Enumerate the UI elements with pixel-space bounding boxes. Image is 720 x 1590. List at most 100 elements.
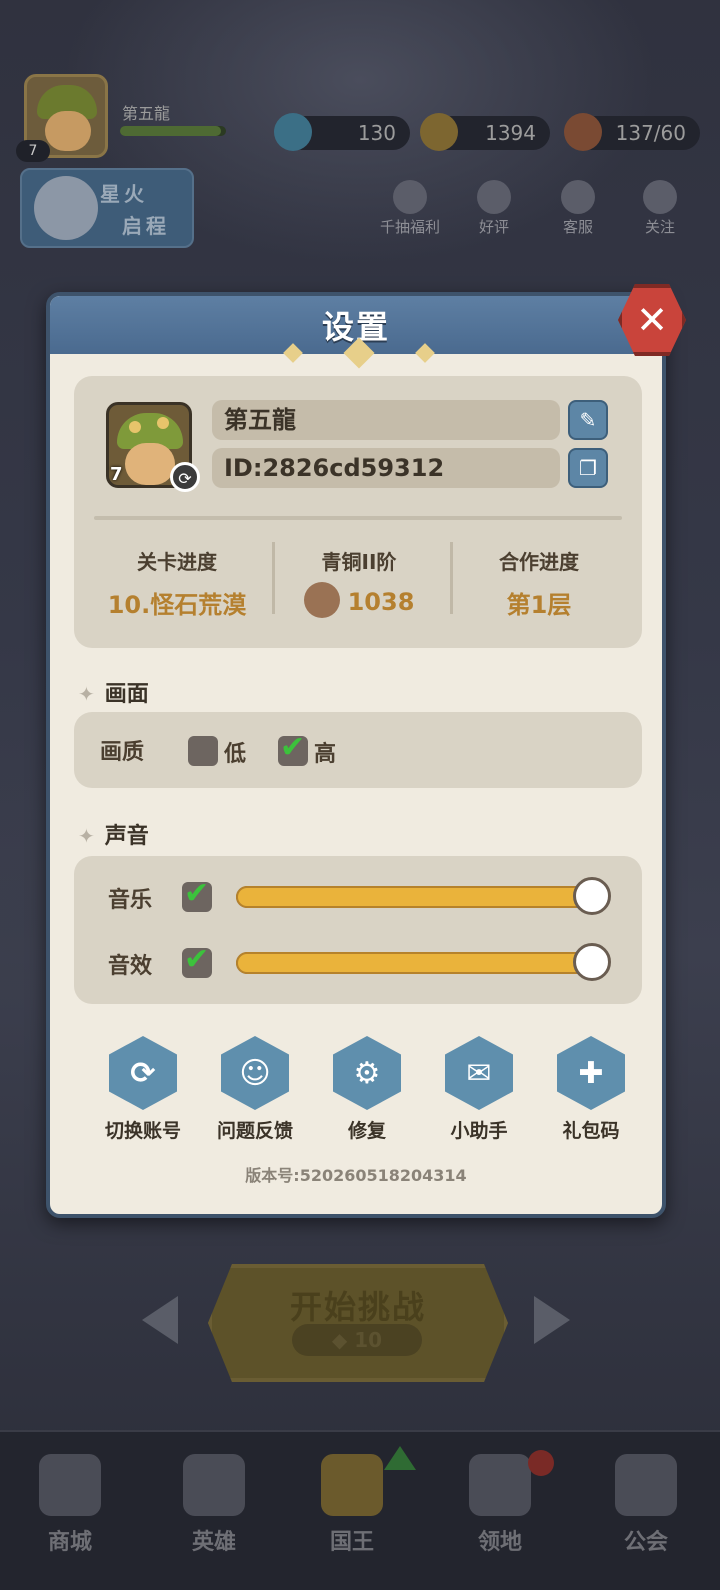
quality-label: 画质	[100, 740, 145, 765]
sfx-label: 音效	[108, 954, 153, 979]
feedback-icon: ☺	[221, 1036, 289, 1110]
profile-level: 7	[110, 464, 123, 485]
stat-value: 1038	[347, 588, 415, 616]
upgrade-arrow-icon	[384, 1446, 416, 1470]
quick-link-label: 好评	[478, 218, 509, 236]
switch-account-button[interactable]: ⟳ 切换账号	[88, 1036, 198, 1143]
previous-stage-arrow-icon[interactable]	[142, 1296, 178, 1344]
next-stage-arrow-icon[interactable]	[534, 1296, 570, 1344]
player-level-badge: 7	[16, 140, 50, 162]
stage-start-area: 开始挑战 ◆ 10	[0, 1260, 720, 1390]
nav-heroes[interactable]: 英雄	[154, 1454, 274, 1556]
section-title-text: 声音	[104, 824, 149, 849]
swap-account-icon: ⟳	[109, 1036, 177, 1110]
thumbs-up-icon	[477, 180, 511, 214]
stat-value: 第1层	[506, 591, 572, 619]
feedback-button[interactable]: ☺ 问题反馈	[200, 1036, 310, 1143]
nav-label: 领地	[477, 1530, 522, 1555]
challenge-cost-value: 10	[354, 1328, 383, 1352]
quality-high-label[interactable]: 高	[314, 736, 336, 768]
coin-icon	[420, 113, 458, 151]
change-avatar-icon[interactable]: ⟳	[170, 462, 200, 492]
coin-value: 1394	[485, 121, 536, 145]
section-title-text: 画面	[104, 682, 149, 707]
stat-label: 青铜II阶	[321, 550, 397, 574]
diamond-counter[interactable]: 130	[274, 113, 410, 151]
music-label: 音乐	[108, 888, 153, 913]
crown-icon	[321, 1454, 383, 1516]
stat-coop-progress: 合作进度 第1层	[450, 546, 628, 620]
version-label: 版本号:520260518204314	[245, 1166, 467, 1185]
quick-link-rate[interactable]: 好评	[454, 180, 534, 237]
quality-low-checkbox[interactable]	[188, 736, 218, 766]
gift-code-button[interactable]: ✚ 礼包码	[536, 1036, 646, 1143]
experience-fill	[120, 126, 221, 136]
quick-link-label: 客服	[562, 218, 593, 236]
stat-rank: 青铜II阶 1038	[270, 546, 448, 621]
music-volume-slider[interactable]	[236, 877, 611, 915]
nav-label: 商城	[47, 1530, 92, 1555]
nav-shop[interactable]: 商城	[10, 1454, 130, 1556]
quick-link-follow[interactable]: 关注	[620, 180, 700, 237]
copy-id-button[interactable]: ❐	[568, 448, 608, 488]
nav-label: 公会	[623, 1530, 668, 1555]
nav-guild[interactable]: 公会	[586, 1454, 706, 1556]
action-label: 问题反馈	[216, 1120, 293, 1142]
player-name: 第五龍	[122, 104, 171, 123]
top-hud: 7 第五龍 130 1394 137/60	[0, 70, 720, 170]
action-label: 小助手	[450, 1120, 508, 1142]
stat-value-row: 1038	[270, 582, 448, 621]
close-icon: ✕	[636, 298, 668, 342]
quick-link-draw[interactable]: 千抽福利	[370, 180, 450, 237]
meat-icon	[564, 113, 602, 151]
divider	[94, 516, 622, 520]
stamina-counter[interactable]: 137/60	[564, 113, 700, 151]
diamond-icon	[274, 113, 312, 151]
assistant-button[interactable]: ✉ 小助手	[424, 1036, 534, 1143]
quality-low-label[interactable]: 低	[224, 736, 246, 768]
sparkle-icon: ✦	[78, 682, 95, 706]
event-banner-line1: 星火	[100, 182, 148, 206]
meat-icon: ◆	[331, 1328, 355, 1352]
player-name-field: 第五龍	[212, 400, 560, 440]
sfx-volume-knob[interactable]	[573, 943, 611, 981]
lock-icon	[615, 1454, 677, 1516]
stat-label: 关卡进度	[137, 550, 217, 574]
sfx-volume-fill	[236, 952, 592, 974]
action-label: 礼包码	[562, 1120, 620, 1142]
music-volume-fill	[236, 886, 592, 908]
graphics-panel: 画质 低 高	[74, 712, 642, 788]
support-icon	[561, 180, 595, 214]
hero-portrait-icon	[34, 176, 98, 240]
repair-button[interactable]: ⚙ 修复	[312, 1036, 422, 1143]
quality-high-checkbox[interactable]	[278, 730, 308, 766]
graphics-section-title: ✦ 画面	[78, 676, 149, 708]
quick-link-label: 千抽福利	[379, 218, 440, 236]
stat-value: 10.怪石荒漠	[107, 591, 247, 619]
quick-link-label: 关注	[644, 218, 675, 236]
bottom-navigation: 商城 英雄 国王 领地 公会	[0, 1430, 720, 1590]
sfx-checkbox[interactable]	[182, 942, 212, 978]
event-banner[interactable]: 星火 启程	[20, 168, 194, 248]
edit-name-button[interactable]: ✎	[568, 400, 608, 440]
challenge-cost: ◆ 10	[292, 1324, 422, 1356]
action-label: 切换账号	[104, 1120, 181, 1142]
stat-label: 合作进度	[499, 550, 579, 574]
diamond-value: 130	[357, 121, 396, 145]
profile-card: 7 ⟳ 第五龍 ✎ ID:2826cd59312 ❐ 关卡进度 10.怪石荒漠 …	[74, 376, 642, 648]
gift-icon: ✚	[557, 1036, 625, 1110]
quick-link-support[interactable]: 客服	[538, 180, 618, 237]
player-id-field: ID:2826cd59312	[212, 448, 560, 488]
sound-panel: 音乐 音效	[74, 856, 642, 1004]
coin-counter[interactable]: 1394	[420, 113, 550, 151]
wrench-gear-icon: ⚙	[333, 1036, 401, 1110]
helmet-icon	[183, 1454, 245, 1516]
music-volume-knob[interactable]	[573, 877, 611, 915]
castle-icon	[469, 1454, 531, 1516]
nav-label: 国王	[329, 1530, 374, 1555]
copy-icon: ❐	[579, 456, 597, 480]
settings-dialog: 设置 7 ⟳ 第五龍 ✎ ID:2826cd59312 ❐ 关卡进度 10.怪石…	[46, 292, 666, 1218]
sfx-volume-slider[interactable]	[236, 943, 611, 981]
music-checkbox[interactable]	[182, 876, 212, 912]
shop-icon	[39, 1454, 101, 1516]
